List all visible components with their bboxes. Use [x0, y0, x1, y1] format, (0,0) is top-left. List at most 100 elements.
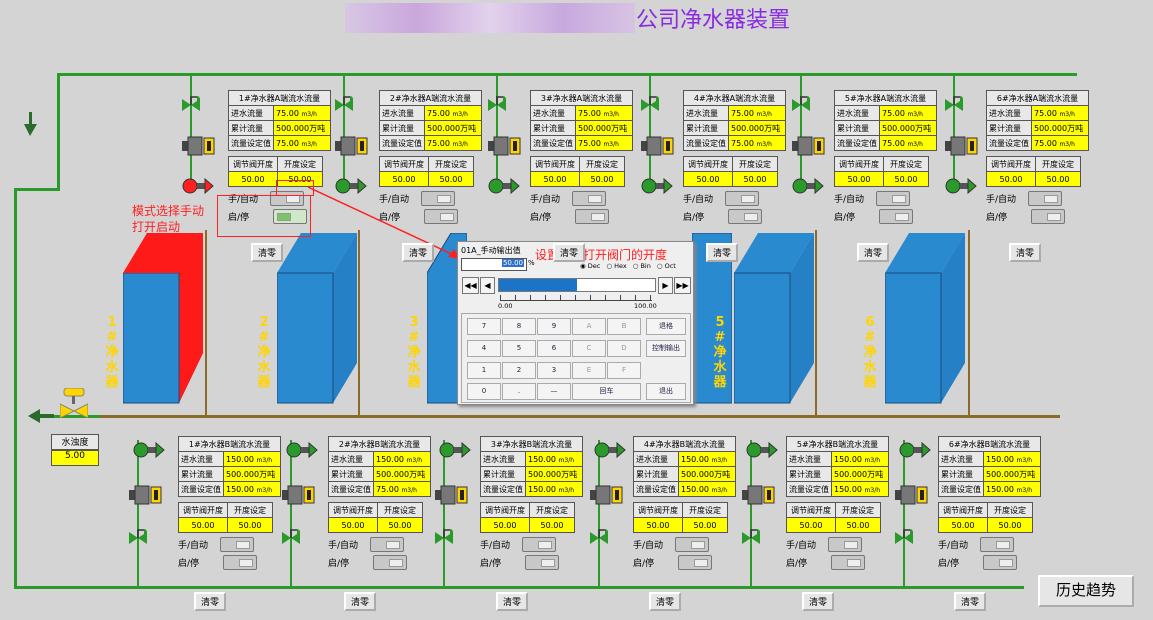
- radix-bin[interactable]: ○ Bin: [633, 262, 651, 270]
- prev-button-icon[interactable]: ◀: [480, 277, 495, 294]
- start-stop-switch[interactable]: [373, 554, 408, 570]
- open-set-value[interactable]: 50.00: [835, 517, 881, 533]
- start-stop-switch[interactable]: [525, 554, 560, 570]
- top-flow-meter[interactable]: [639, 135, 675, 161]
- bottom-gate-valve[interactable]: [280, 528, 302, 552]
- open-set-value[interactable]: 50.00: [987, 517, 1033, 533]
- setpoint-value[interactable]: 75.00 m3/h: [424, 135, 482, 151]
- inflow-value[interactable]: 150.00 m3/h: [525, 451, 583, 467]
- flow-meter-icon[interactable]: [740, 484, 776, 506]
- clear-button[interactable]: 清零: [649, 592, 682, 611]
- flow-meter-icon[interactable]: [433, 484, 469, 506]
- key-c[interactable]: C: [572, 340, 606, 357]
- flow-meter-icon[interactable]: [639, 135, 675, 157]
- inflow-value[interactable]: 150.00 m3/h: [373, 451, 431, 467]
- setpoint-value[interactable]: 75.00 m3/h: [1031, 135, 1089, 151]
- setpoint-value[interactable]: 75.00 m3/h: [373, 481, 431, 497]
- control-valve-icon[interactable]: [486, 176, 520, 196]
- exit-button[interactable]: 退出: [646, 383, 686, 400]
- bottom-gate-valve[interactable]: [588, 528, 610, 552]
- gate-valve-icon[interactable]: [180, 95, 202, 115]
- bottom-flow-meter[interactable]: [740, 484, 776, 510]
- key-e[interactable]: E: [572, 362, 606, 379]
- key-0[interactable]: 0: [467, 383, 501, 400]
- manual-auto-switch[interactable]: [828, 536, 863, 552]
- manual-auto-switch[interactable]: [675, 536, 710, 552]
- setpoint-value[interactable]: 75.00 m3/h: [273, 135, 331, 151]
- bottom-control-valve[interactable]: [592, 440, 626, 464]
- inflow-value[interactable]: 75.00 m3/h: [879, 105, 937, 121]
- start-stop-switch[interactable]: [728, 208, 763, 224]
- setpoint-value[interactable]: 75.00 m3/h: [728, 135, 786, 151]
- control-valve-icon[interactable]: [639, 176, 673, 196]
- bottom-flow-meter[interactable]: [588, 484, 624, 510]
- clear-button[interactable]: 清零: [496, 592, 529, 611]
- next-button-icon[interactable]: ▶: [658, 277, 673, 294]
- inflow-value[interactable]: 75.00 m3/h: [424, 105, 482, 121]
- top-flow-meter[interactable]: [943, 135, 979, 161]
- manual-auto-switch[interactable]: [572, 190, 607, 206]
- start-stop-switch[interactable]: [879, 208, 914, 224]
- control-output-button[interactable]: 控制输出: [646, 340, 686, 357]
- history-trend-button[interactable]: 历史趋势: [1038, 575, 1134, 607]
- key-dot[interactable]: .: [502, 383, 536, 400]
- flow-meter-icon[interactable]: [893, 484, 929, 506]
- start-stop-switch[interactable]: [223, 554, 258, 570]
- open-set-value[interactable]: 50.00: [529, 517, 575, 533]
- flow-meter-icon[interactable]: [790, 135, 826, 157]
- clear-button[interactable]: 清零: [553, 243, 586, 262]
- top-control-valve[interactable]: [790, 176, 824, 200]
- bottom-flow-meter[interactable]: [893, 484, 929, 510]
- key-2[interactable]: 2: [502, 362, 536, 379]
- start-stop-switch[interactable]: [575, 208, 610, 224]
- tank-1[interactable]: [123, 233, 208, 405]
- outlet-valve-icon[interactable]: [60, 388, 88, 418]
- top-control-valve[interactable]: [486, 176, 520, 200]
- clear-button[interactable]: 清零: [857, 243, 890, 262]
- tank-6[interactable]: [885, 233, 970, 405]
- key-f[interactable]: F: [607, 362, 641, 379]
- key-4[interactable]: 4: [467, 340, 501, 357]
- open-set-value[interactable]: 50.00: [1035, 171, 1081, 187]
- setpoint-value[interactable]: 150.00 m3/h: [983, 481, 1041, 497]
- flow-meter-icon[interactable]: [588, 484, 624, 506]
- bottom-flow-meter[interactable]: [280, 484, 316, 510]
- clear-button[interactable]: 清零: [1009, 243, 1042, 262]
- inflow-value[interactable]: 75.00 m3/h: [1031, 105, 1089, 121]
- bottom-gate-valve[interactable]: [740, 528, 762, 552]
- key-8[interactable]: 8: [502, 318, 536, 335]
- setpoint-value[interactable]: 150.00 m3/h: [525, 481, 583, 497]
- setpoint-value[interactable]: 150.00 m3/h: [678, 481, 736, 497]
- start-stop-switch[interactable]: [678, 554, 713, 570]
- bottom-control-valve[interactable]: [437, 440, 471, 464]
- key-9[interactable]: 9: [537, 318, 571, 335]
- control-valve-icon[interactable]: [744, 440, 778, 460]
- manual-auto-switch[interactable]: [220, 536, 255, 552]
- key-6[interactable]: 6: [537, 340, 571, 357]
- radix-dec[interactable]: ◉ Dec: [580, 262, 600, 270]
- open-set-value[interactable]: 50.00: [732, 171, 778, 187]
- output-slider[interactable]: [498, 278, 656, 292]
- top-flow-meter[interactable]: [180, 135, 216, 161]
- flow-meter-icon[interactable]: [280, 484, 316, 506]
- control-valve-icon[interactable]: [180, 176, 214, 196]
- tank-5[interactable]: [734, 233, 819, 405]
- control-valve-icon[interactable]: [592, 440, 626, 460]
- key-3[interactable]: 3: [537, 362, 571, 379]
- gate-valve-icon[interactable]: [639, 95, 661, 115]
- first-button-icon[interactable]: ◀◀: [462, 277, 479, 294]
- start-stop-switch[interactable]: [831, 554, 866, 570]
- open-set-value[interactable]: 50.00: [579, 171, 625, 187]
- top-flow-meter[interactable]: [486, 135, 522, 161]
- control-valve-icon[interactable]: [897, 440, 931, 460]
- bottom-gate-valve[interactable]: [893, 528, 915, 552]
- gate-valve-icon[interactable]: [790, 95, 812, 115]
- bottom-gate-valve[interactable]: [433, 528, 455, 552]
- control-valve-icon[interactable]: [284, 440, 318, 460]
- manual-auto-switch[interactable]: [980, 536, 1015, 552]
- gate-valve-icon[interactable]: [740, 528, 762, 548]
- gate-valve-icon[interactable]: [486, 95, 508, 115]
- top-flow-meter[interactable]: [790, 135, 826, 161]
- bottom-control-valve[interactable]: [284, 440, 318, 464]
- inflow-value[interactable]: 75.00 m3/h: [575, 105, 633, 121]
